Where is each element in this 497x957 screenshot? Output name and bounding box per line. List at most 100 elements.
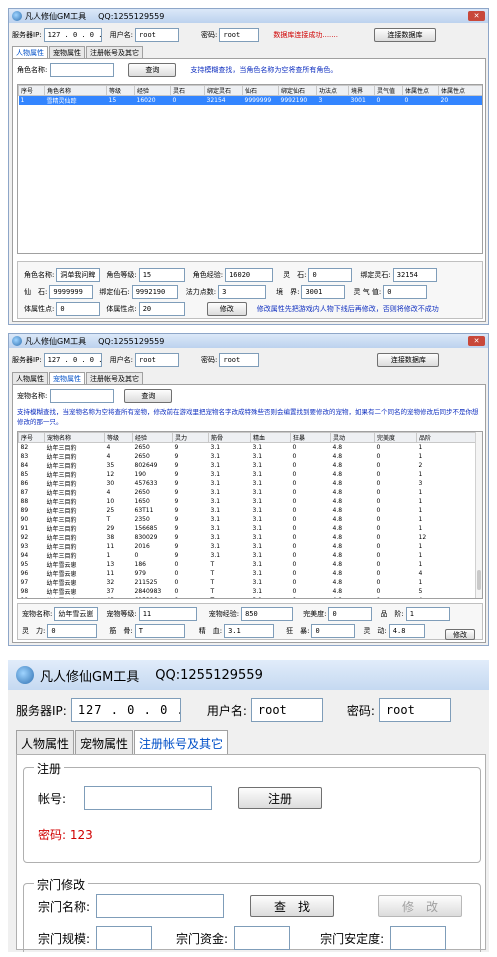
sect-scale-input[interactable]	[96, 926, 153, 950]
table-row[interactable]: 89 幼年三目豹 25 63T11 9 3.1 3.1 0 4.8 0 1	[19, 506, 477, 515]
p-name-input[interactable]: 幼年雪云崽	[54, 607, 99, 621]
table-row[interactable]: 84 幼年三目豹 35 802649 9 3.1 3.1 0 4.8 0 2	[19, 461, 477, 470]
table-row[interactable]: 83 幼年三目豹 4 2650 9 3.1 3.1 0 4.8 0 1	[19, 452, 477, 461]
connect-db-button[interactable]: 连接数据库	[373, 28, 436, 42]
password-input[interactable]: root	[219, 353, 260, 367]
cell: 802649	[134, 462, 158, 469]
table-row[interactable]: 86 幼年三目豹 30 457633 9 3.1 3.1 0 4.8 0 3	[19, 479, 477, 488]
table-row[interactable]: 96 幼年雪云崽 11 979 0 T 3.1 0 4.8 0 4	[19, 569, 477, 578]
pet-table-scrollbar[interactable]	[475, 432, 482, 598]
col-header[interactable]: 序号	[18, 85, 45, 96]
password-input[interactable]: root	[378, 698, 451, 722]
sect-find-button[interactable]: 查 找	[250, 895, 335, 917]
col-header[interactable]: 功法点	[316, 85, 349, 96]
table-row[interactable]: 1 雪精灵仙踪 15 16020 0 32154 9999999 9992190…	[18, 95, 482, 105]
table-row[interactable]: 91 幼年三目豹 29 156685 9 3.1 3.1 0 4.8 0 1	[19, 524, 477, 533]
col-header[interactable]: 绑定仙石	[278, 85, 317, 96]
p-rank-input[interactable]: 1	[405, 607, 450, 621]
p-ll-input[interactable]: 0	[47, 624, 98, 638]
username-input[interactable]: root	[135, 28, 180, 42]
p-kb-input[interactable]: 0	[311, 624, 356, 638]
cell: 0	[376, 534, 381, 541]
cell: 4.8	[332, 516, 343, 523]
f-name-input[interactable]: 洞单我问睥	[56, 268, 101, 282]
col-header[interactable]: 灵石	[170, 85, 205, 96]
f-level-input[interactable]: 15	[138, 268, 185, 282]
table-row[interactable]: 92 幼年三目豹 38 830029 9 3.1 3.1 0 4.8 0 12	[19, 533, 477, 542]
tab-register[interactable]: 注册帐号及其它	[134, 730, 229, 756]
scrollbar-thumb[interactable]	[477, 570, 481, 590]
table-row[interactable]: 90 幼年三目豹 T 2350 9 3.1 3.1 0 4.8 0 1	[19, 515, 477, 524]
table-row[interactable]: 97 幼年雪云崽 32 211525 0 T 3.1 0 4.8 0 1	[19, 578, 477, 587]
col-header[interactable]: 灵力	[172, 432, 209, 443]
char-query-button[interactable]: 查询	[128, 63, 177, 77]
table-row[interactable]: 87 幼年三目豹 4 2650 9 3.1 3.1 0 4.8 0 1	[19, 488, 477, 497]
char-modify-button[interactable]: 修改	[206, 302, 247, 316]
p-exp-input[interactable]: 850	[241, 607, 294, 621]
col-header[interactable]: 角色名称	[44, 85, 107, 96]
server-ip-input[interactable]: 127 . 0 . 0 . 1	[70, 698, 181, 722]
col-header[interactable]: 筋骨	[208, 432, 251, 443]
password-input[interactable]: root	[219, 28, 260, 42]
table-row[interactable]: 93 幼年三目豹 11 2016 9 3.1 3.1 0 4.8 0 1	[19, 542, 477, 551]
col-header[interactable]: 狂暴	[290, 432, 331, 443]
f-tp-input[interactable]: 0	[56, 302, 101, 316]
sect-name-input[interactable]	[96, 894, 225, 918]
col-header[interactable]: 体属性点	[402, 85, 439, 96]
col-header[interactable]: 完美度	[374, 432, 417, 443]
username-input[interactable]: root	[135, 353, 180, 367]
tab-pet[interactable]: 宠物属性	[75, 730, 134, 756]
table-row[interactable]: 82 幼年三目豹 4 2650 9 3.1 3.1 0 4.8 0 1	[19, 443, 477, 452]
table-row[interactable]: 95 幼年雪云崽 13 186 0 T 3.1 0 4.8 0 1	[19, 560, 477, 569]
sect-modify-button[interactable]: 修 改	[378, 895, 463, 917]
table-row[interactable]: 85 幼年三目豹 12 190 9 3.1 3.1 0 4.8 0 1	[19, 470, 477, 479]
register-button[interactable]: 注册	[238, 787, 323, 809]
col-header[interactable]: 灵动	[330, 432, 375, 443]
char-name-input[interactable]	[50, 63, 115, 77]
f-ls-input[interactable]: 0	[308, 268, 353, 282]
close-icon[interactable]: ✕	[468, 336, 485, 346]
f-bxs-input[interactable]: 9992190	[131, 285, 178, 299]
server-ip-input[interactable]: 127 . 0 . 0 . 1	[43, 353, 102, 367]
col-header[interactable]: 境界	[348, 85, 375, 96]
col-header[interactable]: 宠物名称	[44, 432, 105, 443]
p-jx-input[interactable]: 3.1	[224, 624, 275, 638]
col-header[interactable]: 等级	[106, 85, 135, 96]
f-lq-input[interactable]: 0	[383, 285, 428, 299]
col-header[interactable]: 灵气值	[374, 85, 403, 96]
f-xs-input[interactable]: 9999999	[49, 285, 94, 299]
f-tp2-input[interactable]: 20	[138, 302, 185, 316]
table-row[interactable]: 94 幼年三目豹 1 0 9 3.1 3.1 0 4.8 0 1	[19, 551, 477, 560]
pet-name-input[interactable]	[50, 389, 115, 403]
table-row[interactable]: 98 幼年雪云崽 37 2840983 0 T 3.1 0 4.8 0 5	[19, 587, 477, 596]
col-header[interactable]: 序号	[18, 432, 45, 443]
col-header[interactable]: 绑定灵石	[204, 85, 243, 96]
col-header[interactable]: 精血	[250, 432, 291, 443]
col-header[interactable]: 品阶	[416, 432, 477, 443]
f-bls-input[interactable]: 32154	[392, 268, 437, 282]
p-level-input[interactable]: 11	[138, 607, 197, 621]
close-icon[interactable]: ✕	[468, 11, 485, 21]
sect-fund-input[interactable]	[234, 926, 291, 950]
col-header[interactable]: 经验	[132, 432, 173, 443]
pet-modify-button[interactable]: 修改	[445, 629, 475, 640]
username-input[interactable]: root	[250, 698, 323, 722]
f-jj-input[interactable]: 3001	[301, 285, 346, 299]
f-gf-input[interactable]: 3	[218, 285, 267, 299]
pet-query-button[interactable]: 查询	[124, 389, 173, 403]
table-row[interactable]: 88 幼年三目豹 10 1650 9 3.1 3.1 0 4.8 0 1	[19, 497, 477, 506]
col-header[interactable]: 仙石	[242, 85, 279, 96]
sect-stability-input[interactable]	[390, 926, 447, 950]
col-header[interactable]: 经验	[134, 85, 171, 96]
col-header[interactable]: 等级	[104, 432, 133, 443]
f-exp-input[interactable]: 16020	[225, 268, 274, 282]
p-ld-input[interactable]: 4.8	[388, 624, 425, 638]
tab-char[interactable]: 人物属性	[16, 730, 75, 756]
p-perf-input[interactable]: 0	[328, 607, 373, 621]
account-input[interactable]	[84, 786, 213, 810]
server-ip-input[interactable]: 127 . 0 . 0 . 1	[43, 28, 102, 42]
table-row[interactable]: 99幼年雪云崽436153260T3.104.804	[19, 596, 477, 598]
p-jg-input[interactable]: T	[134, 624, 185, 638]
col-header[interactable]: 体属性点	[438, 85, 482, 96]
connect-db-button[interactable]: 连接数据库	[377, 353, 440, 367]
